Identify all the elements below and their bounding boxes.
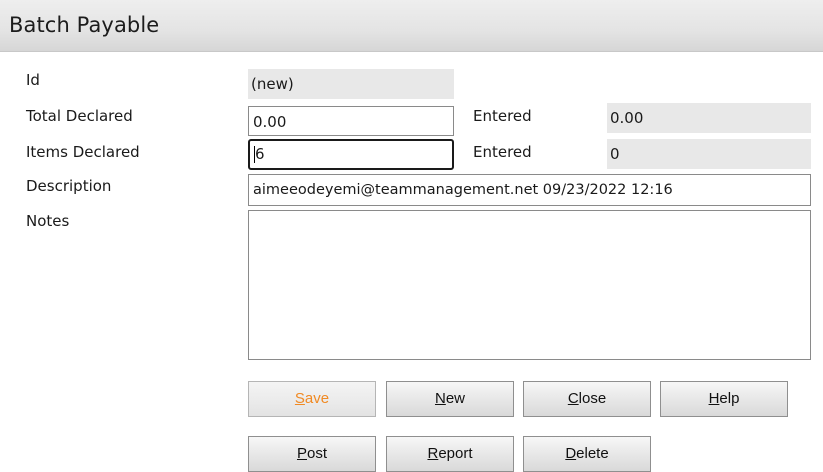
description-label: Description <box>26 177 112 195</box>
items-declared-label: Items Declared <box>26 143 140 161</box>
id-value: (new) <box>248 69 454 99</box>
items-declared-input-value: 6 <box>255 145 265 163</box>
items-entered-label: Entered <box>473 143 532 161</box>
page-title: Batch Payable <box>9 13 160 37</box>
delete-button[interactable]: Delete <box>523 436 651 472</box>
total-entered-value: 0.00 <box>607 103 811 133</box>
save-button[interactable]: Save <box>248 381 376 417</box>
report-button[interactable]: Report <box>386 436 514 472</box>
items-entered-value: 0 <box>607 139 811 169</box>
items-declared-input[interactable]: 6 <box>248 139 454 170</box>
new-button[interactable]: New <box>386 381 514 417</box>
id-label: Id <box>26 71 40 89</box>
help-button[interactable]: Help <box>660 381 788 417</box>
notes-label: Notes <box>26 212 70 230</box>
total-declared-input[interactable]: 0.00 <box>248 106 454 136</box>
total-entered-label: Entered <box>473 107 532 125</box>
title-bar: Batch Payable <box>0 0 823 52</box>
notes-textarea[interactable] <box>248 210 811 360</box>
total-declared-label: Total Declared <box>26 107 133 125</box>
post-button[interactable]: Post <box>248 436 376 472</box>
description-input[interactable]: aimeeodeyemi@teammanagement.net 09/23/20… <box>248 174 811 206</box>
close-button[interactable]: Close <box>523 381 651 417</box>
